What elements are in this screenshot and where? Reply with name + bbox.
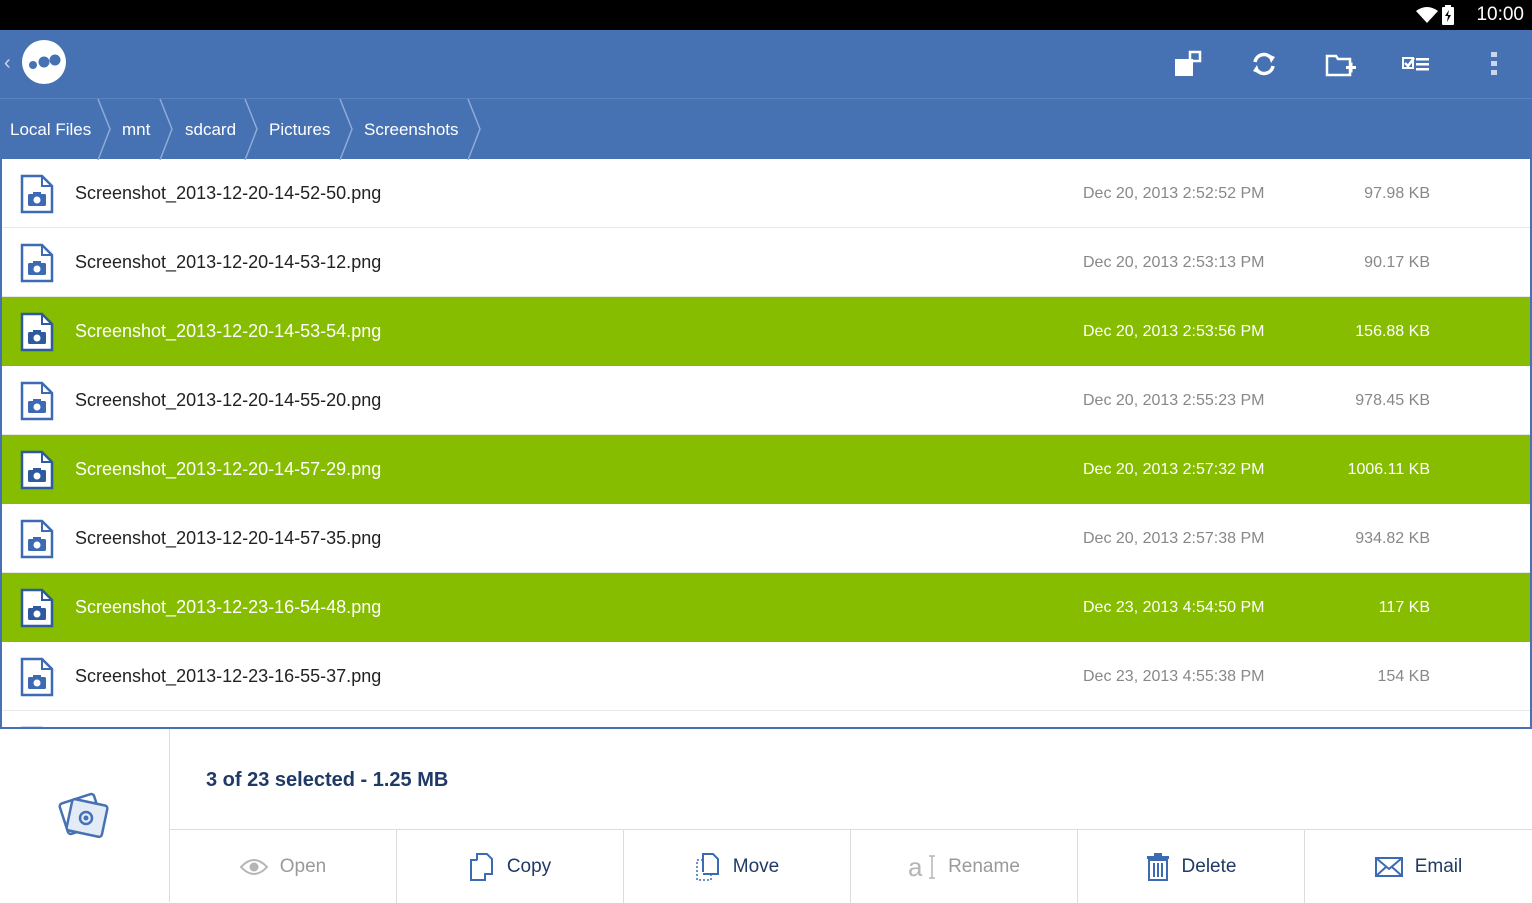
file-list: Screenshot_2013-12-20-14-52-50.png Dec 20… [0, 159, 1532, 727]
file-name: Screenshot_2013-12-23-16-54-48.png [75, 597, 382, 617]
new-folder-button[interactable] [1320, 44, 1360, 84]
file-row[interactable]: Screenshot_2013-12-20-14-55-20.png Dec 20… [2, 366, 1530, 435]
breadcrumb-screenshots[interactable]: Screenshots [364, 99, 459, 160]
file-row-partial[interactable] [2, 711, 1530, 727]
breadcrumb: Local Files mnt sdcard Pictures Screensh… [0, 98, 1532, 160]
copy-icon [469, 852, 493, 881]
trash-icon [1146, 852, 1169, 881]
svg-text:a: a [908, 852, 923, 882]
file-name: Screenshot_2013-12-20-14-53-54.png [75, 321, 382, 341]
eye-icon [239, 858, 268, 875]
file-row[interactable]: Screenshot_2013-12-20-14-53-12.png Dec 20… [2, 228, 1530, 297]
multi-window-icon [1175, 50, 1202, 76]
battery-icon [1442, 5, 1454, 25]
file-row[interactable]: Screenshot_2013-12-20-14-57-35.png Dec 20… [2, 504, 1530, 573]
move-label: Move [732, 855, 780, 877]
file-size: 154 KB [1377, 668, 1430, 685]
selection-thumbnail [0, 729, 170, 902]
selection-summary: 3 of 23 selected - 1.25 MB [206, 769, 449, 791]
new-folder-icon [1325, 54, 1356, 77]
rename-icon: a [908, 852, 936, 882]
file-date: Dec 20, 2013 2:53:13 PM [1083, 254, 1265, 271]
app-logo[interactable] [22, 40, 66, 84]
breadcrumb-separator-icon [339, 99, 353, 160]
file-date: Dec 23, 2013 4:54:50 PM [1083, 599, 1265, 616]
back-chevron-icon[interactable]: ‹ [4, 52, 11, 75]
file-name: Screenshot_2013-12-20-14-52-50.png [75, 183, 382, 203]
file-size: 117 KB [1378, 599, 1430, 616]
file-date: Dec 20, 2013 2:52:52 PM [1083, 185, 1265, 202]
file-date: Dec 23, 2013 4:55:38 PM [1083, 668, 1265, 685]
file-date: Dec 20, 2013 2:55:23 PM [1083, 392, 1265, 409]
breadcrumb-sdcard[interactable]: sdcard [185, 99, 236, 160]
overflow-menu-icon [1491, 52, 1497, 75]
file-date: Dec 20, 2013 2:57:38 PM [1083, 530, 1265, 547]
select-mode-button[interactable] [1396, 44, 1436, 84]
file-date: Dec 20, 2013 2:57:32 PM [1083, 461, 1265, 478]
breadcrumb-separator-icon [244, 99, 258, 160]
file-size: 97.98 KB [1364, 185, 1430, 202]
image-file-icon [20, 381, 54, 426]
breadcrumb-mnt[interactable]: mnt [122, 99, 150, 160]
overflow-menu-button[interactable] [1474, 44, 1514, 84]
move-button[interactable]: Move [624, 830, 851, 903]
delete-button[interactable]: Delete [1078, 830, 1305, 903]
file-size: 1006.11 KB [1347, 461, 1430, 478]
file-row[interactable]: Screenshot_2013-12-20-14-57-29.png Dec 20… [2, 435, 1530, 504]
logo-dots-icon [29, 54, 61, 69]
breadcrumb-pictures[interactable]: Pictures [269, 99, 330, 160]
breadcrumb-local-files[interactable]: Local Files [10, 99, 91, 160]
open-button[interactable]: Open [170, 830, 397, 903]
image-file-icon [20, 243, 54, 288]
breadcrumb-separator-icon [159, 99, 173, 160]
file-size: 156.88 KB [1355, 323, 1430, 340]
rename-label: Rename [948, 855, 1020, 877]
file-size: 978.45 KB [1355, 392, 1430, 409]
file-row[interactable]: Screenshot_2013-12-23-16-54-48.png Dec 23… [2, 573, 1530, 642]
breadcrumb-separator-icon [97, 99, 111, 160]
rename-button[interactable]: a Rename [851, 830, 1078, 903]
action-bar: ‹ [0, 30, 1532, 98]
image-file-icon [20, 312, 54, 357]
file-name: Screenshot_2013-12-20-14-57-29.png [75, 459, 382, 479]
file-size: 934.82 KB [1355, 530, 1430, 547]
envelope-icon [1374, 856, 1403, 877]
multi-window-button[interactable] [1168, 44, 1208, 84]
file-name: Screenshot_2013-12-20-14-55-20.png [75, 390, 382, 410]
file-size: 90.17 KB [1364, 254, 1430, 271]
file-row[interactable]: Screenshot_2013-12-20-14-53-54.png Dec 20… [2, 297, 1530, 366]
delete-label: Delete [1181, 855, 1237, 877]
copy-button[interactable]: Copy [397, 830, 624, 903]
select-list-icon [1402, 57, 1429, 71]
copy-label: Copy [506, 855, 552, 877]
image-file-icon [20, 519, 54, 564]
action-button-bar: Open Copy Move a Rename Delete Email [170, 829, 1532, 903]
selection-panel: 3 of 23 selected - 1.25 MB Open Copy Mov… [0, 727, 1532, 903]
file-name: Screenshot_2013-12-20-14-57-35.png [75, 528, 382, 548]
open-label: Open [279, 855, 327, 877]
image-file-icon [20, 588, 54, 633]
image-file-icon [20, 450, 54, 495]
refresh-icon [1253, 52, 1275, 76]
email-button[interactable]: Email [1305, 830, 1532, 903]
file-row[interactable]: Screenshot_2013-12-20-14-52-50.png Dec 20… [2, 159, 1530, 228]
stacked-images-icon [57, 792, 109, 838]
file-row[interactable]: Screenshot_2013-12-23-16-55-37.png Dec 23… [2, 642, 1530, 711]
status-bar: 10:00 [0, 0, 1532, 30]
wifi-icon [1416, 7, 1438, 23]
status-time: 10:00 [1476, 4, 1524, 25]
file-date: Dec 20, 2013 2:53:56 PM [1083, 323, 1265, 340]
move-icon [696, 852, 719, 881]
image-file-icon [20, 657, 54, 702]
image-file-icon [20, 174, 54, 219]
file-name: Screenshot_2013-12-23-16-55-37.png [75, 666, 382, 686]
email-label: Email [1414, 855, 1463, 877]
file-name: Screenshot_2013-12-20-14-53-12.png [75, 252, 382, 272]
breadcrumb-separator-icon [467, 99, 481, 160]
refresh-button[interactable] [1244, 44, 1284, 84]
